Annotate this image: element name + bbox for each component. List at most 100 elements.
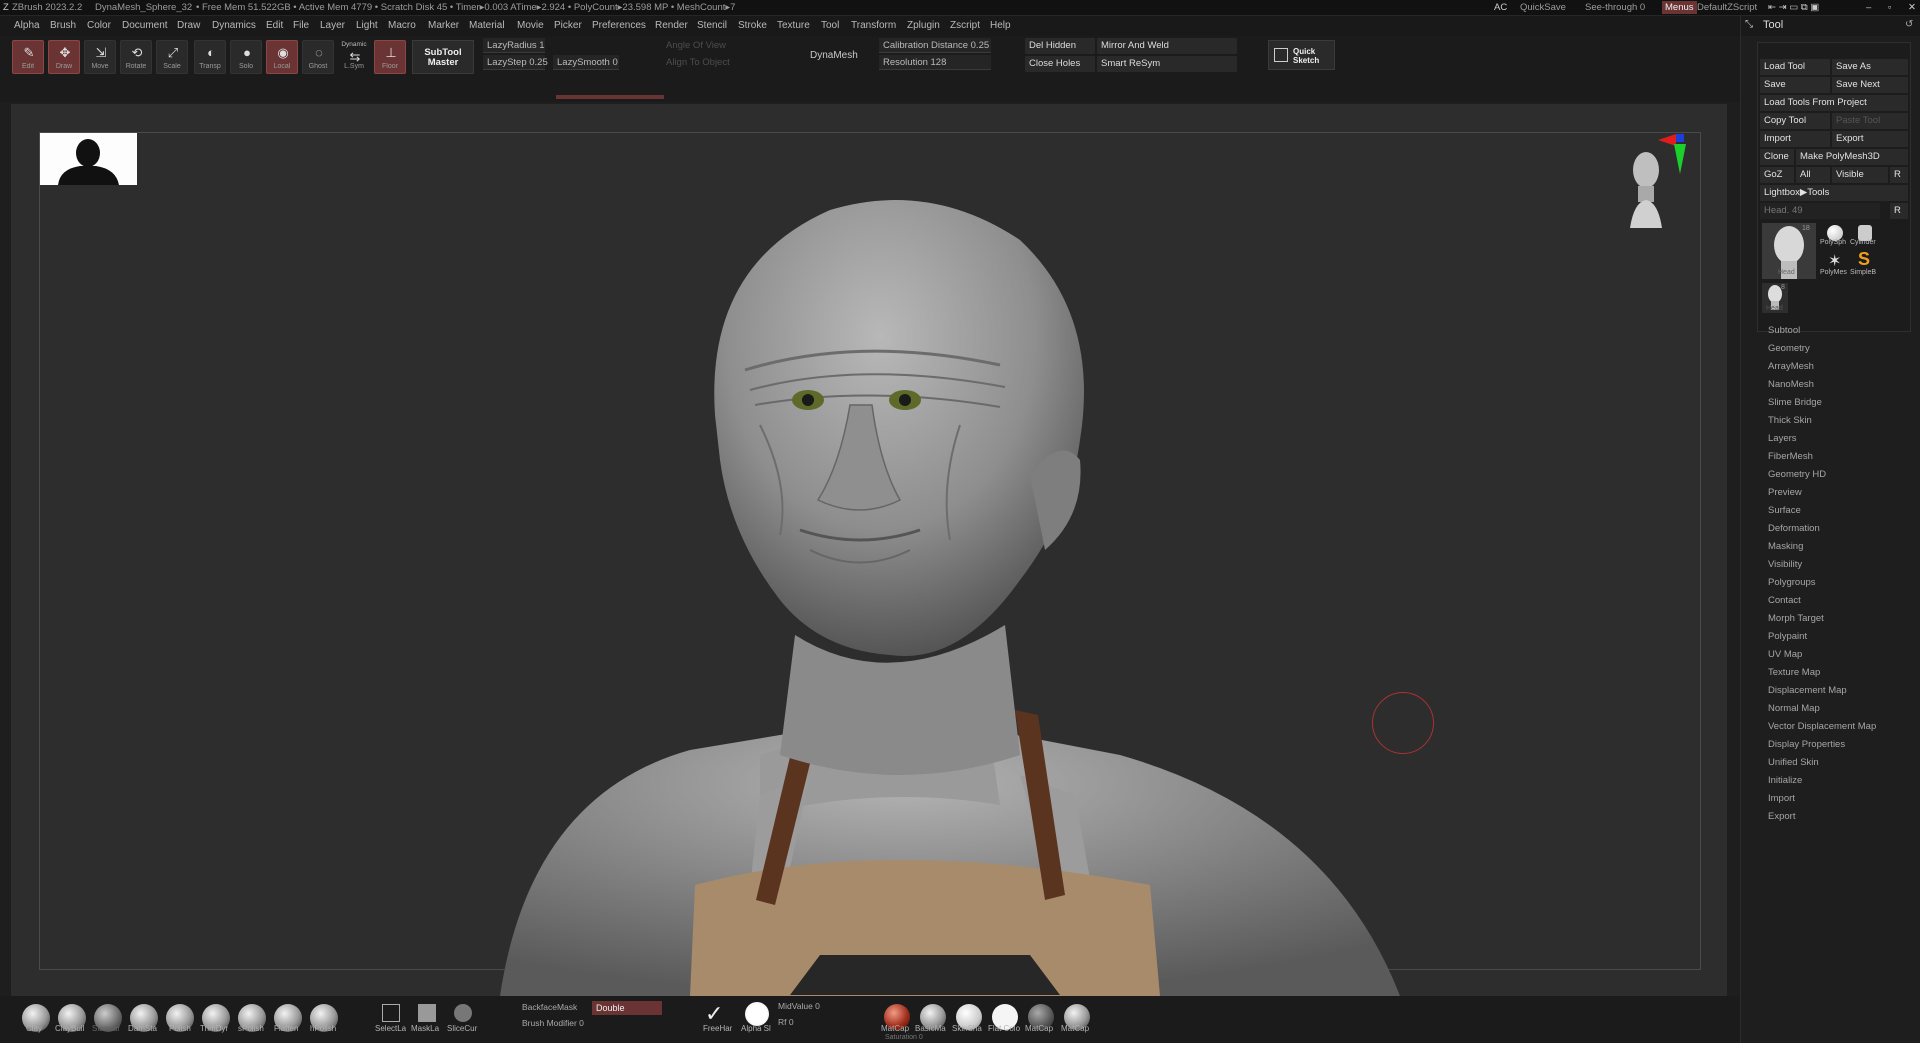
section-layers[interactable]: Layers: [1768, 433, 1797, 444]
section-display-properties[interactable]: Display Properties: [1768, 739, 1845, 750]
menu-item[interactable]: Light: [356, 20, 378, 31]
load-tool-button[interactable]: Load Tool: [1760, 59, 1830, 75]
tool-thumb-simplebrush[interactable]: S SimpleB: [1850, 249, 1878, 279]
menu-item[interactable]: Transform: [851, 20, 896, 31]
menu-item[interactable]: Movie: [517, 20, 544, 31]
transp-button[interactable]: ◐ Transp: [194, 40, 226, 74]
draw-button[interactable]: ✥ Draw: [48, 40, 80, 74]
resolution-slider[interactable]: Resolution 128: [879, 55, 991, 70]
menu-item[interactable]: Layer: [320, 20, 345, 31]
del-hidden-button[interactable]: Del Hidden: [1025, 38, 1095, 54]
quicksave-button[interactable]: QuickSave: [1520, 2, 1566, 13]
section-preview[interactable]: Preview: [1768, 487, 1802, 498]
menu-item[interactable]: Dynamics: [212, 20, 256, 31]
tool-thumb-head[interactable]: 18 Head: [1762, 223, 1816, 279]
section-geometry[interactable]: Geometry: [1768, 343, 1810, 354]
goz-button[interactable]: GoZ: [1760, 167, 1794, 183]
section-displacement-map[interactable]: Displacement Map: [1768, 685, 1847, 696]
menu-item[interactable]: Material: [469, 20, 505, 31]
menu-item[interactable]: Edit: [266, 20, 283, 31]
rotate-button[interactable]: ⟲ Rotate: [120, 40, 152, 74]
save-button[interactable]: Save: [1760, 77, 1830, 93]
tool-thumb-head-small[interactable]: 8 Head: [1762, 283, 1788, 313]
section-unified-skin[interactable]: Unified Skin: [1768, 757, 1819, 768]
section-initialize[interactable]: Initialize: [1768, 775, 1802, 786]
paste-tool-button[interactable]: Paste Tool: [1832, 113, 1908, 129]
see-through-slider[interactable]: See-through 0: [1585, 2, 1645, 13]
angle-of-view-slider[interactable]: Angle Of View: [662, 38, 737, 53]
maximize-icon[interactable]: ▫: [1888, 2, 1891, 13]
lazy-smooth-slider[interactable]: LazySmooth 0: [553, 55, 619, 70]
sculpt-model[interactable]: [460, 195, 1440, 996]
import-tool-button[interactable]: Import: [1760, 131, 1830, 147]
calibration-distance-slider[interactable]: Calibration Distance 0.25: [879, 38, 991, 53]
floor-button[interactable]: ⊥ Floor: [374, 40, 406, 74]
goz-all-button[interactable]: All: [1796, 167, 1830, 183]
alpha-icon[interactable]: [745, 1002, 769, 1026]
section-contact[interactable]: Contact: [1768, 595, 1801, 606]
tool-thumb-polymesh[interactable]: ✶ PolyMes: [1820, 251, 1848, 279]
edit-button[interactable]: ✎ Edit: [12, 40, 44, 74]
menu-item[interactable]: Alpha: [14, 20, 40, 31]
pin-icon[interactable]: ⤡: [1745, 19, 1753, 30]
menu-item[interactable]: Document: [122, 20, 168, 31]
menu-item[interactable]: Marker: [428, 20, 459, 31]
menu-item[interactable]: Zscript: [950, 20, 980, 31]
clone-button[interactable]: Clone: [1760, 149, 1794, 165]
dynamesh-button[interactable]: DynaMesh: [810, 50, 858, 61]
mask-lasso-icon[interactable]: [418, 1004, 436, 1022]
move-button[interactable]: ⇲ Move: [84, 40, 116, 74]
menu-item[interactable]: Tool: [821, 20, 839, 31]
section-vector-displacement-map[interactable]: Vector Displacement Map: [1768, 721, 1876, 732]
section-polygroups[interactable]: Polygroups: [1768, 577, 1816, 588]
menu-item[interactable]: Stencil: [697, 20, 727, 31]
menu-item[interactable]: Picker: [554, 20, 582, 31]
smart-resym-button[interactable]: Smart ReSym: [1097, 56, 1237, 72]
section-deformation[interactable]: Deformation: [1768, 523, 1820, 534]
brush-modifier-slider[interactable]: Brush Modifier 0: [522, 1018, 584, 1028]
section-subtool[interactable]: Subtool: [1768, 325, 1800, 336]
menu-item[interactable]: File: [293, 20, 309, 31]
section-slime-bridge[interactable]: Slime Bridge: [1768, 397, 1822, 408]
tool-thumb-cylinder[interactable]: Cylinder: [1850, 223, 1878, 247]
default-zscript-button[interactable]: DefaultZScript: [1697, 2, 1757, 13]
local-button[interactable]: ◉ Local: [266, 40, 298, 74]
double-button[interactable]: Double: [592, 1001, 662, 1015]
midvalue-slider[interactable]: MidValue 0: [778, 1001, 820, 1011]
section-surface[interactable]: Surface: [1768, 505, 1801, 516]
menu-item[interactable]: Texture: [777, 20, 810, 31]
rf-slider[interactable]: Rf 0: [778, 1017, 794, 1027]
tool-thumb-polysphere[interactable]: PolySph: [1820, 223, 1848, 247]
menu-item[interactable]: Render: [655, 20, 688, 31]
section-thick-skin[interactable]: Thick Skin: [1768, 415, 1812, 426]
lightbox-tools-button[interactable]: Lightbox▶Tools: [1760, 185, 1908, 201]
section-fibermesh[interactable]: FiberMesh: [1768, 451, 1813, 462]
lazy-step-slider[interactable]: LazyStep 0.25: [483, 55, 548, 70]
head-slider[interactable]: Head. 49: [1760, 203, 1880, 219]
section-morph-target[interactable]: Morph Target: [1768, 613, 1824, 624]
section-uv-map[interactable]: UV Map: [1768, 649, 1802, 660]
menu-item[interactable]: Stroke: [738, 20, 767, 31]
make-polymesh3d-button[interactable]: Make PolyMesh3D: [1796, 149, 1908, 165]
mirror-and-weld-button[interactable]: Mirror And Weld: [1097, 38, 1237, 54]
menu-item[interactable]: Help: [990, 20, 1011, 31]
scale-button[interactable]: ⤢ Scale: [156, 40, 188, 74]
section-arraymesh[interactable]: ArrayMesh: [1768, 361, 1814, 372]
save-next-button[interactable]: Save Next: [1832, 77, 1908, 93]
align-to-object-button[interactable]: Align To Object: [662, 55, 737, 70]
section-geometry-hd[interactable]: Geometry HD: [1768, 469, 1826, 480]
section-texture-map[interactable]: Texture Map: [1768, 667, 1820, 678]
thumbnail-view[interactable]: [40, 133, 137, 185]
copy-tool-button[interactable]: Copy Tool: [1760, 113, 1830, 129]
subtool-master-button[interactable]: SubTool Master: [412, 40, 474, 74]
menu-item[interactable]: Macro: [388, 20, 416, 31]
lazy-radius-slider[interactable]: LazyRadius 1: [483, 38, 545, 53]
menu-item[interactable]: Zplugin: [907, 20, 940, 31]
section-polypaint[interactable]: Polypaint: [1768, 631, 1807, 642]
section-nanomesh[interactable]: NanoMesh: [1768, 379, 1814, 390]
menus-toggle[interactable]: Menus: [1662, 1, 1697, 14]
layout-icons[interactable]: ⇤ ⇥ ▭ ⧉ ▣: [1768, 2, 1819, 13]
ac-button[interactable]: AC: [1494, 2, 1507, 13]
section-visibility[interactable]: Visibility: [1768, 559, 1802, 570]
export-tool-button[interactable]: Export: [1832, 131, 1908, 147]
